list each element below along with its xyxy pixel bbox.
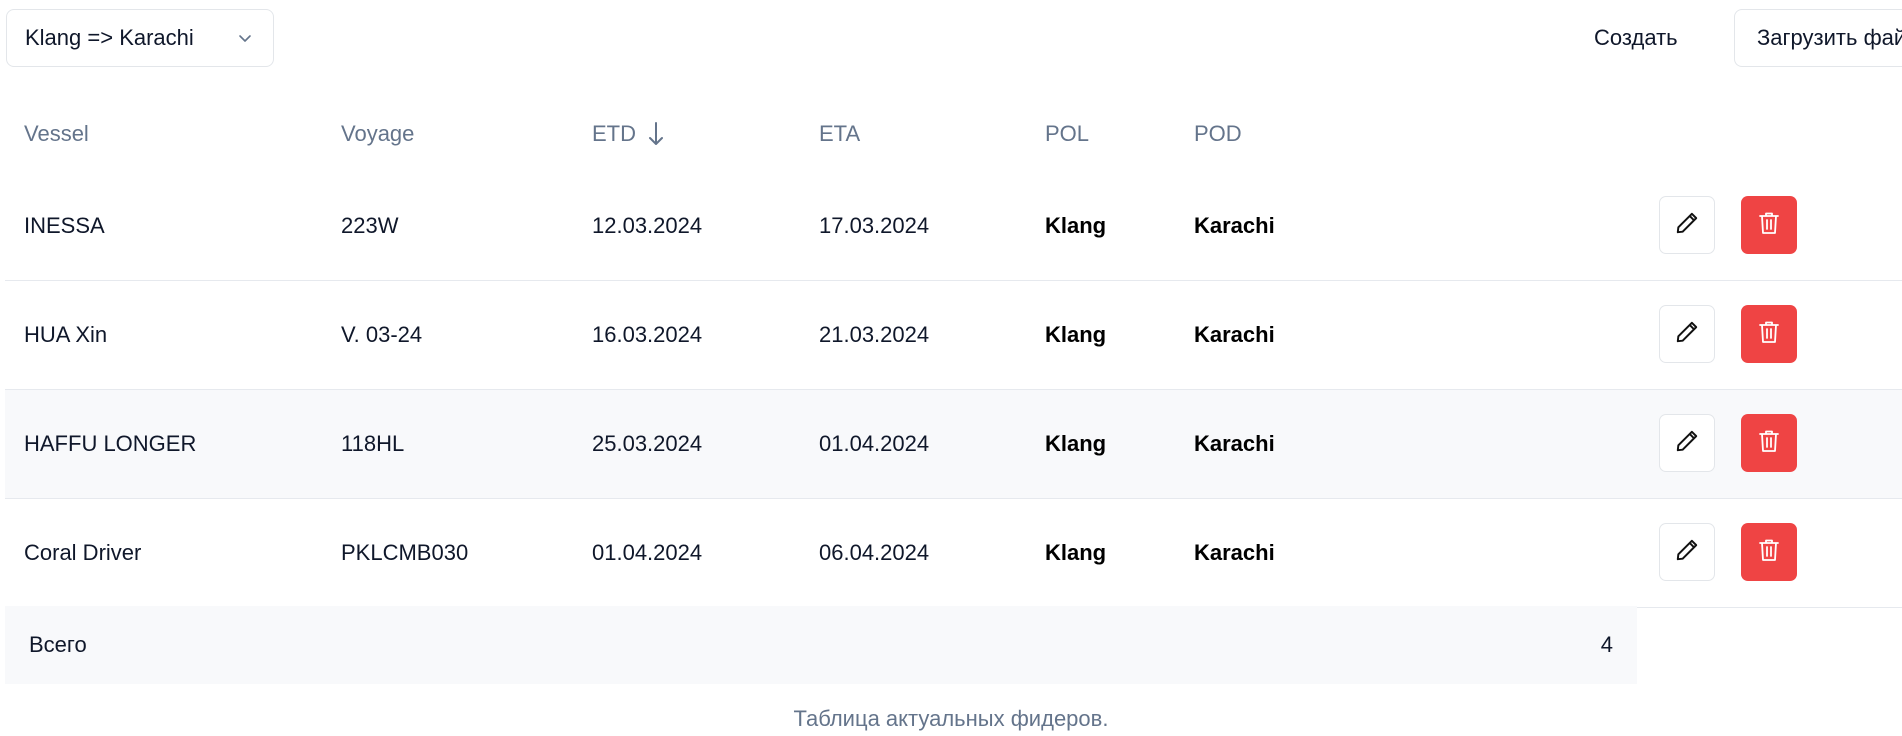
eta-cell: 17.03.2024: [819, 213, 930, 238]
column-header-pod[interactable]: POD: [1194, 96, 1242, 172]
column-header-etd[interactable]: ETD: [592, 96, 664, 172]
delete-button[interactable]: [1741, 305, 1797, 363]
eta-cell: 21.03.2024: [819, 322, 930, 347]
table-caption: Таблица актуальных фидеров.: [793, 706, 1109, 731]
table-footer-total: Всего 4: [5, 606, 1637, 684]
pod-cell: Karachi: [1194, 431, 1275, 456]
vessel-cell: HUA Xin: [24, 322, 108, 347]
trash-icon: [1757, 210, 1781, 241]
delete-button[interactable]: [1741, 414, 1797, 472]
eta-cell: 06.04.2024: [819, 540, 930, 565]
edit-button[interactable]: [1659, 305, 1715, 363]
table-row: HUA Xin V. 03-24 16.03.2024 21.03.2024 K…: [5, 281, 1902, 390]
route-select-value: Klang => Karachi: [25, 25, 194, 50]
pol-cell: Klang: [1045, 213, 1107, 238]
route-select[interactable]: Klang => Karachi: [6, 9, 274, 67]
vessel-cell: HAFFU LONGER: [24, 431, 197, 456]
delete-button[interactable]: [1741, 523, 1797, 581]
vessel-cell: Coral Driver: [24, 540, 142, 565]
eta-cell: 01.04.2024: [819, 431, 930, 456]
table-row: Coral Driver PKLCMB030 01.04.2024 06.04.…: [5, 499, 1902, 608]
pod-cell: Karachi: [1194, 213, 1275, 238]
trash-icon: [1757, 428, 1781, 459]
trash-icon: [1757, 319, 1781, 350]
voyage-cell: V. 03-24: [341, 322, 423, 347]
pol-cell: Klang: [1045, 540, 1107, 565]
total-label: Всего: [29, 632, 87, 657]
pencil-icon: [1674, 428, 1700, 459]
pod-cell: Karachi: [1194, 540, 1275, 565]
column-header-eta[interactable]: ETA: [819, 96, 860, 172]
column-header-voyage[interactable]: Voyage: [341, 96, 414, 172]
etd-cell: 12.03.2024: [592, 213, 703, 238]
chevron-down-icon: [235, 28, 255, 48]
pencil-icon: [1674, 210, 1700, 241]
pol-cell: Klang: [1045, 322, 1107, 347]
column-header-vessel[interactable]: Vessel: [24, 96, 89, 172]
edit-button[interactable]: [1659, 523, 1715, 581]
table-header: Vessel Voyage ETD ETA POL POD: [5, 96, 1902, 173]
trash-icon: [1757, 537, 1781, 568]
upload-file-button[interactable]: Загрузить фай: [1734, 9, 1902, 67]
pod-cell: Karachi: [1194, 322, 1275, 347]
pencil-icon: [1674, 537, 1700, 568]
create-button[interactable]: Создать: [1580, 9, 1692, 67]
pencil-icon: [1674, 319, 1700, 350]
voyage-cell: 118HL: [341, 431, 405, 456]
total-count: 4: [1600, 632, 1613, 657]
etd-cell: 25.03.2024: [592, 431, 703, 456]
column-header-etd-label: ETD: [592, 121, 636, 146]
voyage-cell: 223W: [341, 213, 399, 238]
etd-cell: 01.04.2024: [592, 540, 703, 565]
table-row: HAFFU LONGER 118HL 25.03.2024 01.04.2024…: [5, 390, 1902, 499]
table-row: INESSA 223W 12.03.2024 17.03.2024 Klang …: [5, 172, 1902, 281]
vessel-cell: INESSA: [24, 213, 105, 238]
column-header-pol[interactable]: POL: [1045, 96, 1089, 172]
pol-cell: Klang: [1045, 431, 1107, 456]
etd-cell: 16.03.2024: [592, 322, 703, 347]
voyage-cell: PKLCMB030: [341, 540, 469, 565]
edit-button[interactable]: [1659, 196, 1715, 254]
edit-button[interactable]: [1659, 414, 1715, 472]
delete-button[interactable]: [1741, 196, 1797, 254]
arrow-down-icon: [648, 121, 664, 147]
